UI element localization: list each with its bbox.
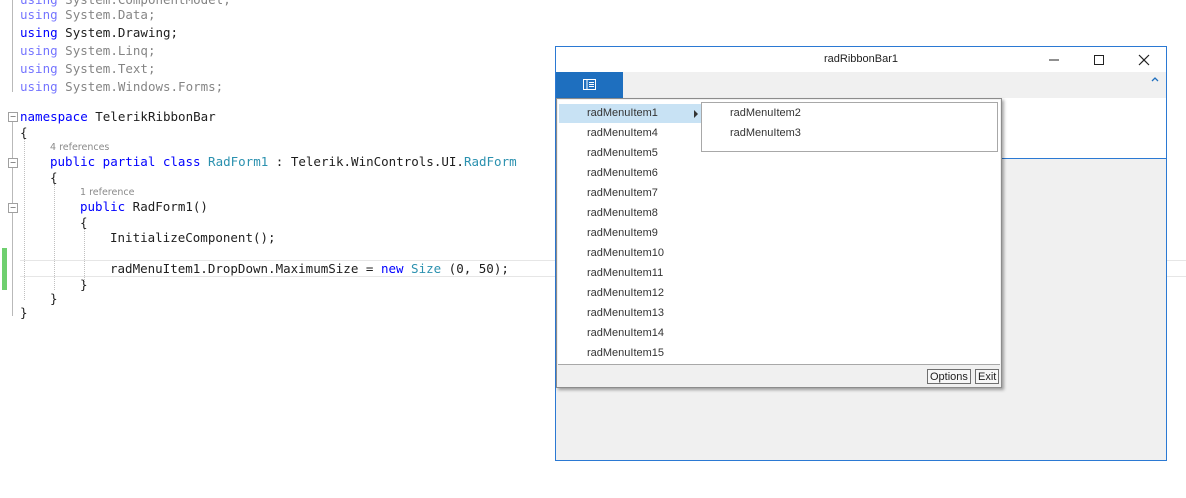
application-menu-button[interactable]	[556, 72, 623, 98]
menu-item-label: radMenuItem8	[587, 207, 658, 219]
fold-ctor-icon[interactable]: −	[8, 203, 18, 213]
menu-item-label: radMenuItem13	[587, 307, 665, 319]
keyword: using	[20, 79, 58, 94]
menu-item-label: radMenuItem11	[587, 267, 664, 279]
code-line-brace: {	[50, 170, 58, 185]
options-button[interactable]: Options	[927, 369, 971, 384]
maximize-button[interactable]	[1076, 47, 1122, 72]
code-text: System.Linq;	[57, 43, 156, 58]
submenu-radmenuitem1: radMenuItem2 radMenuItem3	[701, 102, 998, 152]
code-line-initialize: InitializeComponent();	[110, 230, 276, 245]
menu-item-radmenuitem5[interactable]: radMenuItem5	[559, 144, 703, 163]
menu-item-label: radMenuItem14	[587, 327, 665, 339]
type-name: Size	[411, 261, 442, 276]
menu-item-radmenuitem14[interactable]: radMenuItem14	[559, 324, 703, 343]
menu-item-radmenuitem8[interactable]: radMenuItem8	[559, 204, 703, 223]
code-text: RadForm1()	[125, 199, 208, 214]
menu-item-label: radMenuItem9	[587, 227, 658, 239]
menu-item-radmenuitem4[interactable]: radMenuItem4	[559, 124, 703, 143]
code-text: : Telerik.WinControls.UI.	[268, 154, 464, 169]
type-name: RadForm	[463, 154, 517, 169]
code-line-brace: {	[20, 125, 28, 140]
keyword: using	[20, 43, 58, 58]
code-line-using-data: using System.Data;	[20, 7, 155, 23]
menu-item-label: radMenuItem10	[587, 247, 665, 259]
menu-item-label: radMenuItem4	[587, 127, 658, 139]
keyword: using	[20, 25, 58, 40]
menu-item-radmenuitem6[interactable]: radMenuItem6	[559, 164, 703, 183]
keyword: using	[20, 7, 58, 22]
change-indicator	[2, 248, 7, 290]
submenu-item-radmenuitem2[interactable]: radMenuItem2	[730, 107, 801, 119]
code-text: System.Text;	[57, 61, 156, 76]
code-line-maxsize: radMenuItem1.DropDown.MaximumSize = new …	[110, 261, 509, 277]
collapse-ribbon-icon[interactable]	[1150, 75, 1160, 83]
indent-guide	[54, 184, 55, 290]
code-line-using-forms: using System.Windows.Forms;	[20, 79, 223, 95]
outline-line	[12, 0, 13, 92]
keyword: using	[20, 61, 58, 76]
code-text: radMenuItem1.DropDown.MaximumSize =	[110, 261, 381, 276]
fold-namespace-icon[interactable]: −	[8, 112, 18, 122]
maximize-icon	[1094, 55, 1104, 65]
keyword: namespace	[20, 109, 88, 124]
codelens-ctor-references[interactable]: 1 reference	[80, 187, 134, 198]
keyword: new	[380, 261, 404, 276]
menu-item-radmenuitem15[interactable]: radMenuItem15	[559, 344, 703, 363]
menu-item-radmenuitem10[interactable]: radMenuItem10	[559, 244, 703, 263]
menu-item-label: radMenuItem6	[587, 167, 658, 179]
code-line-ctor: public RadForm1()	[80, 199, 208, 215]
code-text: System.Data;	[57, 7, 156, 22]
keyword: public	[80, 199, 126, 214]
menu-item-radmenuitem9[interactable]: radMenuItem9	[559, 224, 703, 243]
close-icon	[1138, 54, 1150, 66]
code-line-namespace: namespace TelerikRibbonBar	[20, 109, 216, 125]
menu-item-radmenuitem11[interactable]: radMenuItem11	[559, 264, 703, 283]
menu-item-radmenuitem1[interactable]: radMenuItem1	[559, 104, 703, 123]
menu-item-label: radMenuItem5	[587, 147, 658, 159]
app-menu-icon	[583, 79, 596, 90]
menu-item-label: radMenuItem7	[587, 187, 658, 199]
code-line-using-text: using System.Text;	[20, 61, 155, 77]
code-text: TelerikRibbonBar	[87, 109, 216, 124]
fold-class-icon[interactable]: −	[8, 158, 18, 168]
code-line-using-drawing: using System.Drawing;	[20, 25, 178, 41]
code-text: System.Windows.Forms;	[57, 79, 224, 94]
code-line-using-linq: using System.Linq;	[20, 43, 155, 59]
menu-item-radmenuitem13[interactable]: radMenuItem13	[559, 304, 703, 323]
codelens-class-references[interactable]: 4 references	[50, 142, 109, 153]
code-line-brace: }	[80, 277, 88, 292]
indent-guide	[24, 138, 25, 300]
code-text: System.Drawing;	[57, 25, 179, 40]
code-text: (0, 50);	[441, 261, 509, 276]
menu-item-label: radMenuItem1	[587, 107, 658, 119]
submenu-arrow-icon	[694, 110, 698, 118]
indent-guide	[84, 228, 85, 282]
menu-item-label: radMenuItem12	[587, 287, 665, 299]
close-button[interactable]	[1121, 47, 1167, 72]
code-line-brace: }	[20, 305, 28, 320]
code-line-brace: {	[80, 215, 88, 230]
menu-item-radmenuitem12[interactable]: radMenuItem12	[559, 284, 703, 303]
outline-line	[12, 122, 13, 316]
minimize-button[interactable]	[1031, 47, 1077, 72]
code-line-brace: }	[50, 291, 58, 306]
submenu-item-radmenuitem3[interactable]: radMenuItem3	[730, 127, 801, 139]
menu-item-label: radMenuItem15	[587, 347, 665, 359]
minimize-icon	[1049, 59, 1059, 61]
menu-item-radmenuitem7[interactable]: radMenuItem7	[559, 184, 703, 203]
code-line-class: public partial class RadForm1 : Telerik.…	[50, 154, 517, 170]
title-bar[interactable]: radRibbonBar1	[556, 47, 1166, 72]
keyword: public partial class	[50, 154, 201, 169]
type-name: RadForm1	[208, 154, 269, 169]
exit-button[interactable]: Exit	[975, 369, 1000, 384]
